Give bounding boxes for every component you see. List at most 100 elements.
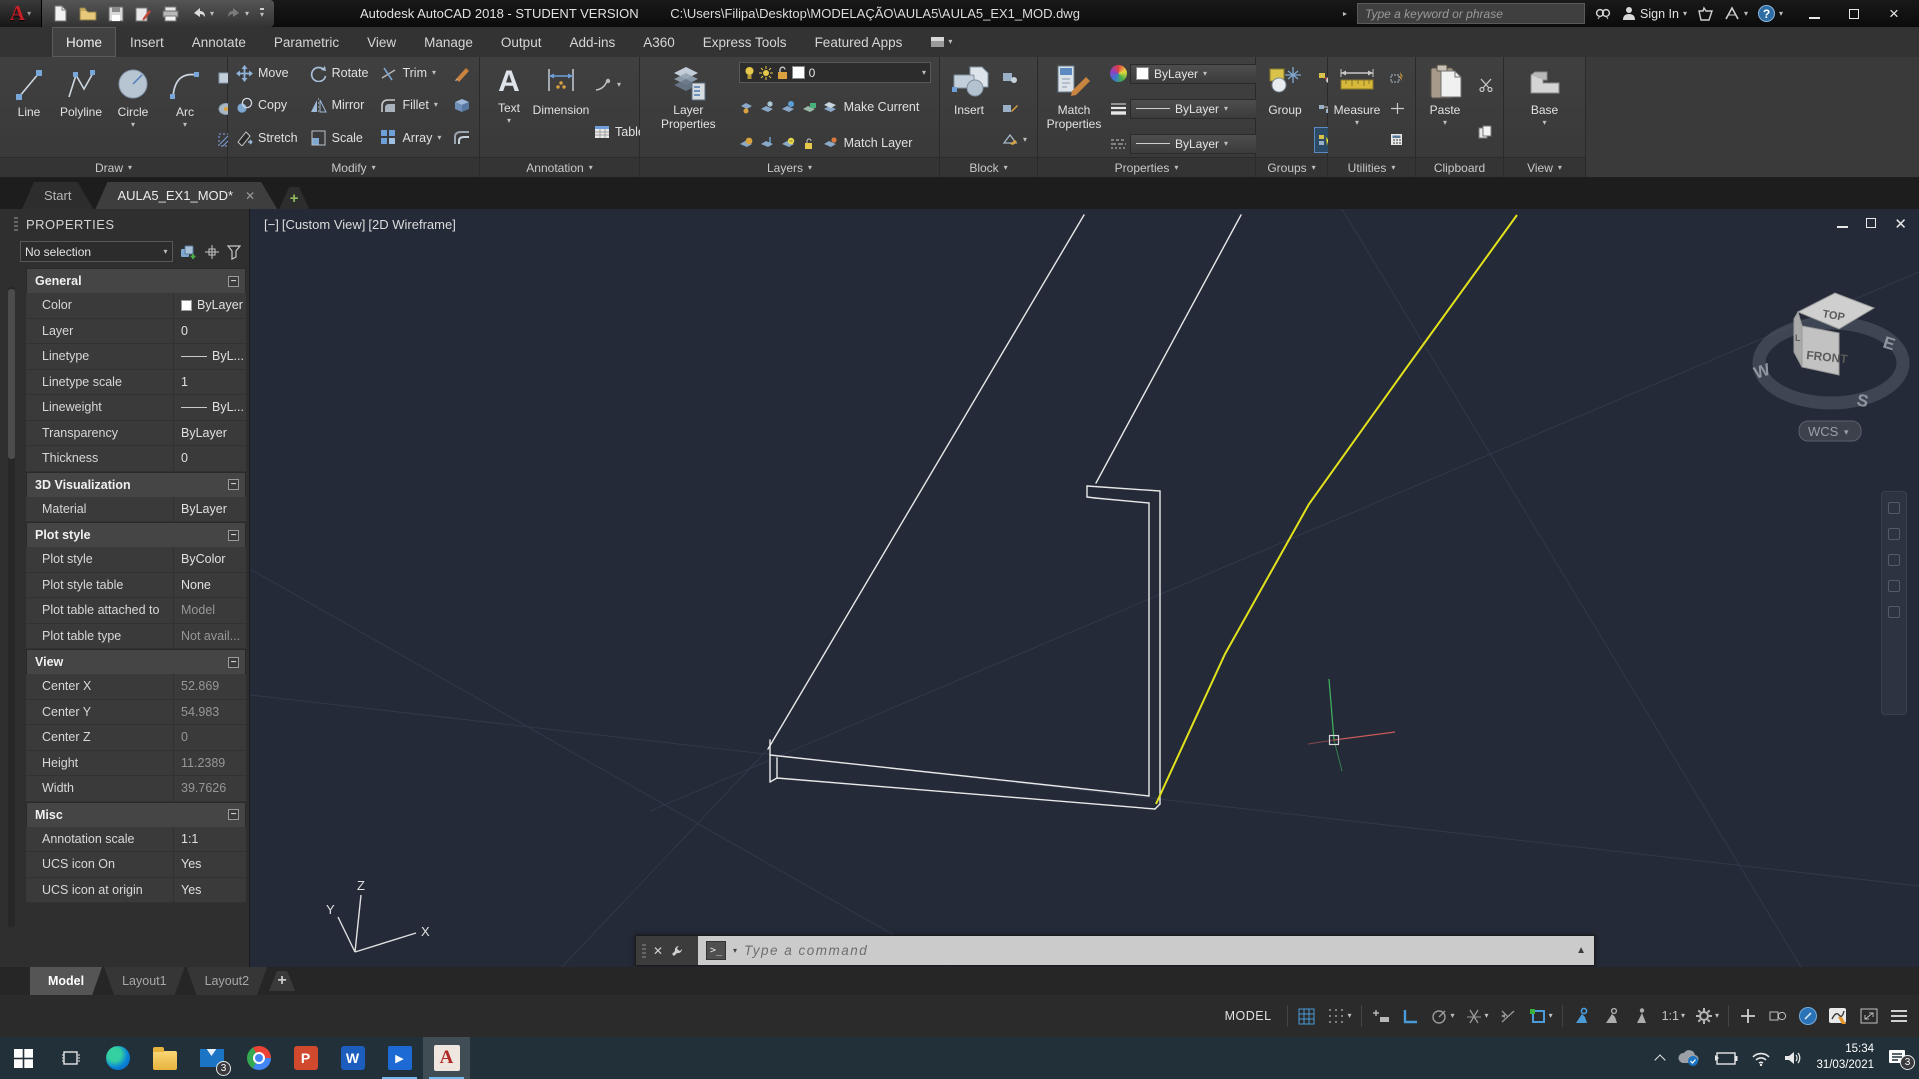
- property-row[interactable]: Annotation scale 1:1: [26, 826, 246, 852]
- zoom-icon[interactable]: [1888, 554, 1900, 566]
- layer-off-icon[interactable]: [781, 100, 796, 115]
- clean-screen-button[interactable]: [1855, 1001, 1883, 1031]
- property-row[interactable]: Width 39.7626: [26, 776, 246, 802]
- isometric-drafting-toggle[interactable]: ▾: [1461, 1001, 1493, 1031]
- undo-button[interactable]: ▾: [190, 6, 214, 21]
- ribbon-tab[interactable]: Home: [52, 27, 117, 57]
- layer-select-dropdown[interactable]: 0 ▾: [738, 62, 931, 83]
- viewport-visual-style-control[interactable]: [2D Wireframe]: [368, 217, 455, 232]
- property-row[interactable]: Thickness 0: [26, 446, 246, 472]
- property-row[interactable]: Height 11.2389: [26, 750, 246, 776]
- close-tab-icon[interactable]: ✕: [245, 189, 255, 203]
- property-row[interactable]: Transparency ByLayer: [26, 420, 246, 446]
- ribbon-tab[interactable]: Output: [487, 27, 556, 57]
- ribbon-tab[interactable]: View: [353, 27, 410, 57]
- ribbon-tab[interactable]: Insert: [116, 27, 178, 57]
- workspace-switching-button[interactable]: ▾: [1691, 1001, 1723, 1031]
- stretch-button[interactable]: Stretch: [232, 125, 302, 151]
- restore-button[interactable]: [1847, 6, 1861, 22]
- property-row[interactable]: Plot table type Not avail...: [26, 623, 246, 649]
- close-button[interactable]: ×: [1887, 4, 1901, 24]
- scale-button[interactable]: Scale: [306, 125, 373, 151]
- layer-lock-icon[interactable]: [781, 136, 796, 151]
- isolate-objects-button[interactable]: [1764, 1001, 1792, 1031]
- powerpoint-taskbar-icon[interactable]: P: [282, 1037, 329, 1079]
- layer-lock-fade-icon[interactable]: [802, 100, 817, 115]
- group-button[interactable]: Group: [1260, 60, 1310, 157]
- application-menu-button[interactable]: A ▾: [0, 0, 42, 27]
- trim-button[interactable]: Trim ▾: [376, 60, 445, 86]
- search-icon[interactable]: [1595, 7, 1612, 21]
- close-command-icon[interactable]: ✕: [653, 944, 663, 958]
- annotation-scale-button[interactable]: 1:1 ▾: [1658, 1001, 1689, 1031]
- customization-menu-button[interactable]: [1885, 1001, 1913, 1031]
- properties-panel-label[interactable]: Properties ▾: [1038, 157, 1255, 177]
- redo-button[interactable]: ▾: [225, 6, 249, 21]
- move-button[interactable]: Move: [232, 60, 302, 86]
- modify-panel-label[interactable]: Modify ▾: [228, 157, 479, 177]
- search-input[interactable]: [1357, 3, 1586, 24]
- recent-commands-icon[interactable]: ▲: [1576, 945, 1586, 956]
- base-button[interactable]: Base ▾: [1520, 60, 1570, 157]
- viewcube[interactable]: W S E TOP FRONT L WCS ▾: [1751, 292, 1910, 442]
- battery-tray-icon[interactable]: [1714, 1051, 1738, 1066]
- annotation-visibility-toggle[interactable]: [1568, 1001, 1596, 1031]
- copy-clip-icon[interactable]: [1474, 119, 1498, 145]
- viewport-minimize-button[interactable]: [1837, 215, 1849, 233]
- command-grip[interactable]: [642, 943, 646, 958]
- fillet-button[interactable]: Fillet ▾: [376, 92, 445, 118]
- viewcube-south[interactable]: S: [1855, 390, 1870, 411]
- copy-button[interactable]: Copy: [232, 92, 302, 118]
- draw-panel-label[interactable]: Draw ▾: [0, 157, 227, 177]
- section-misc[interactable]: Misc −: [26, 801, 246, 827]
- ribbon-tab[interactable]: Add-ins: [555, 27, 629, 57]
- layer-vp-freeze-icon[interactable]: [760, 136, 775, 151]
- selection-dropdown[interactable]: No selection ▾: [20, 241, 173, 262]
- section-3d-visualization[interactable]: 3D Visualization −: [26, 471, 246, 497]
- edit-block-button[interactable]: [998, 96, 1031, 122]
- object-snap-tracking-toggle[interactable]: [1495, 1001, 1523, 1031]
- file-tab-drawing[interactable]: AULA5_EX1_MOD* ✕: [95, 182, 277, 209]
- explode-button[interactable]: [449, 92, 476, 118]
- save-button[interactable]: [108, 6, 124, 22]
- add-cleanup-button[interactable]: [1734, 1001, 1762, 1031]
- groups-panel-label[interactable]: Groups ▾: [1256, 157, 1327, 177]
- new-tab-button[interactable]: +: [279, 187, 309, 209]
- drawing-canvas[interactable]: Z Y X W S E TOP FRONT L WCS ▾ [−] [Custo…: [250, 209, 1919, 967]
- section-general[interactable]: General −: [26, 268, 246, 293]
- block-panel-label[interactable]: Block ▾: [940, 157, 1037, 177]
- tray-expand-icon[interactable]: [1654, 1053, 1667, 1066]
- viewport-restore-button[interactable]: [1866, 215, 1877, 233]
- start-button[interactable]: [0, 1037, 47, 1079]
- full-navigation-wheel-icon[interactable]: [1888, 502, 1900, 514]
- property-row[interactable]: Linetype scale 1: [26, 369, 246, 395]
- property-row[interactable]: UCS icon On Yes: [26, 852, 246, 878]
- erase-button[interactable]: [449, 60, 476, 86]
- properties-palette-header[interactable]: PROPERTIES: [0, 209, 249, 239]
- property-row[interactable]: Lineweight ByL...: [26, 395, 246, 421]
- new-layout-button[interactable]: +: [269, 971, 295, 991]
- save-as-button[interactable]: [135, 6, 151, 22]
- id-point-button[interactable]: [1386, 96, 1410, 122]
- chevron-down-icon[interactable]: ▾: [922, 68, 926, 77]
- line-button[interactable]: Line: [4, 60, 54, 157]
- property-row[interactable]: Layer 0: [26, 318, 246, 344]
- dimension-button[interactable]: Dimension: [533, 60, 589, 157]
- viewport-close-button[interactable]: ✕: [1894, 215, 1907, 233]
- clipboard-panel-label[interactable]: Clipboard: [1416, 157, 1503, 177]
- annotation-panel-label[interactable]: Annotation ▾: [480, 157, 639, 177]
- ribbon-tab[interactable]: A360: [629, 27, 689, 57]
- task-view-button[interactable]: [47, 1037, 94, 1079]
- mail-taskbar-icon[interactable]: 3: [188, 1037, 235, 1079]
- lineweight-icon[interactable]: [1110, 102, 1127, 116]
- customize-qat-button[interactable]: ▾: [260, 8, 265, 19]
- action-center-button[interactable]: 3: [1887, 1048, 1915, 1070]
- section-view[interactable]: View −: [26, 649, 246, 674]
- help-button[interactable]: ? ▾: [1757, 5, 1783, 22]
- onedrive-tray-icon[interactable]: [1677, 1050, 1701, 1066]
- command-input[interactable]: >_ ▾ Type a command ▲: [698, 936, 1594, 965]
- exchange-apps-icon[interactable]: [1697, 6, 1714, 21]
- wireframe-geometry[interactable]: [767, 214, 1242, 810]
- model-space-button[interactable]: MODEL: [1215, 1001, 1282, 1031]
- layer-match-icon[interactable]: [823, 136, 838, 151]
